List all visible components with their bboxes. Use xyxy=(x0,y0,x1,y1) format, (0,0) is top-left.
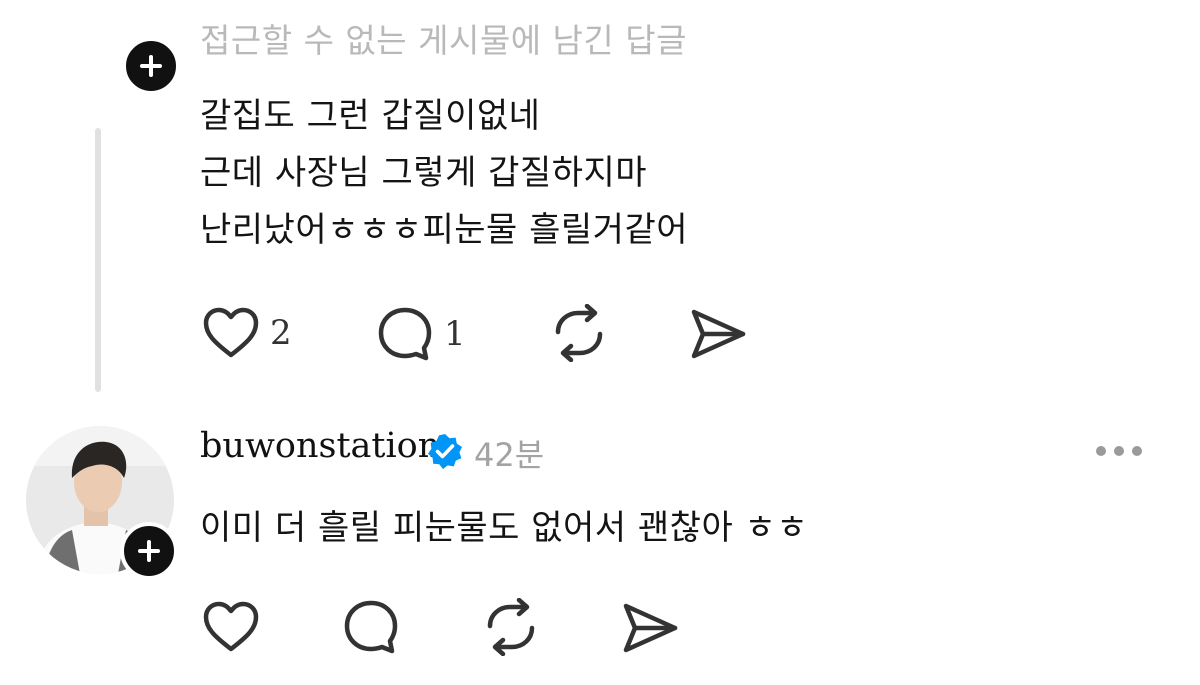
share-button[interactable] xyxy=(688,306,748,362)
share-icon xyxy=(691,309,746,359)
repost-icon xyxy=(487,598,535,656)
post-text-line-3: 난리났어ㅎㅎㅎ피눈물 흘릴거같어 xyxy=(200,210,689,250)
plus-icon xyxy=(140,55,162,77)
follow-button[interactable] xyxy=(120,522,178,580)
like-button[interactable] xyxy=(202,600,260,654)
share-button[interactable] xyxy=(620,600,680,656)
verified-icon xyxy=(428,434,462,469)
comment-icon xyxy=(378,307,432,361)
like-button[interactable]: 2 xyxy=(202,306,292,360)
heart-icon xyxy=(203,601,259,652)
username[interactable]: buwonstation xyxy=(200,426,440,466)
thread-line xyxy=(95,128,101,392)
like-count: 2 xyxy=(270,313,292,353)
repost-icon xyxy=(555,304,603,362)
comment-button[interactable] xyxy=(342,598,400,656)
post-text-line-1: 갈집도 그런 갑질이없네 xyxy=(200,96,541,136)
repost-button[interactable] xyxy=(550,304,608,362)
post-time: 42분 xyxy=(474,436,545,474)
repost-button[interactable] xyxy=(482,598,540,656)
more-icon xyxy=(1096,446,1106,456)
inaccessible-post-notice: 접근할 수 없는 게시물에 남긴 답글 xyxy=(200,21,687,60)
comment-button[interactable]: 1 xyxy=(376,305,466,363)
reply-count: 1 xyxy=(444,314,466,354)
plus-icon xyxy=(138,540,160,562)
more-options-button[interactable] xyxy=(1096,446,1142,456)
heart-icon xyxy=(203,307,259,358)
more-icon-dot xyxy=(1132,446,1142,456)
comment-icon xyxy=(344,600,398,654)
follow-button[interactable] xyxy=(122,37,180,95)
more-icon-dot xyxy=(1114,446,1124,456)
reply-text: 이미 더 흘릴 피눈물도 없어서 괜찮아 ㅎㅎ xyxy=(200,508,809,548)
share-icon xyxy=(623,603,678,653)
post-text-line-2: 근데 사장님 그렇게 갑질하지마 xyxy=(200,153,648,193)
